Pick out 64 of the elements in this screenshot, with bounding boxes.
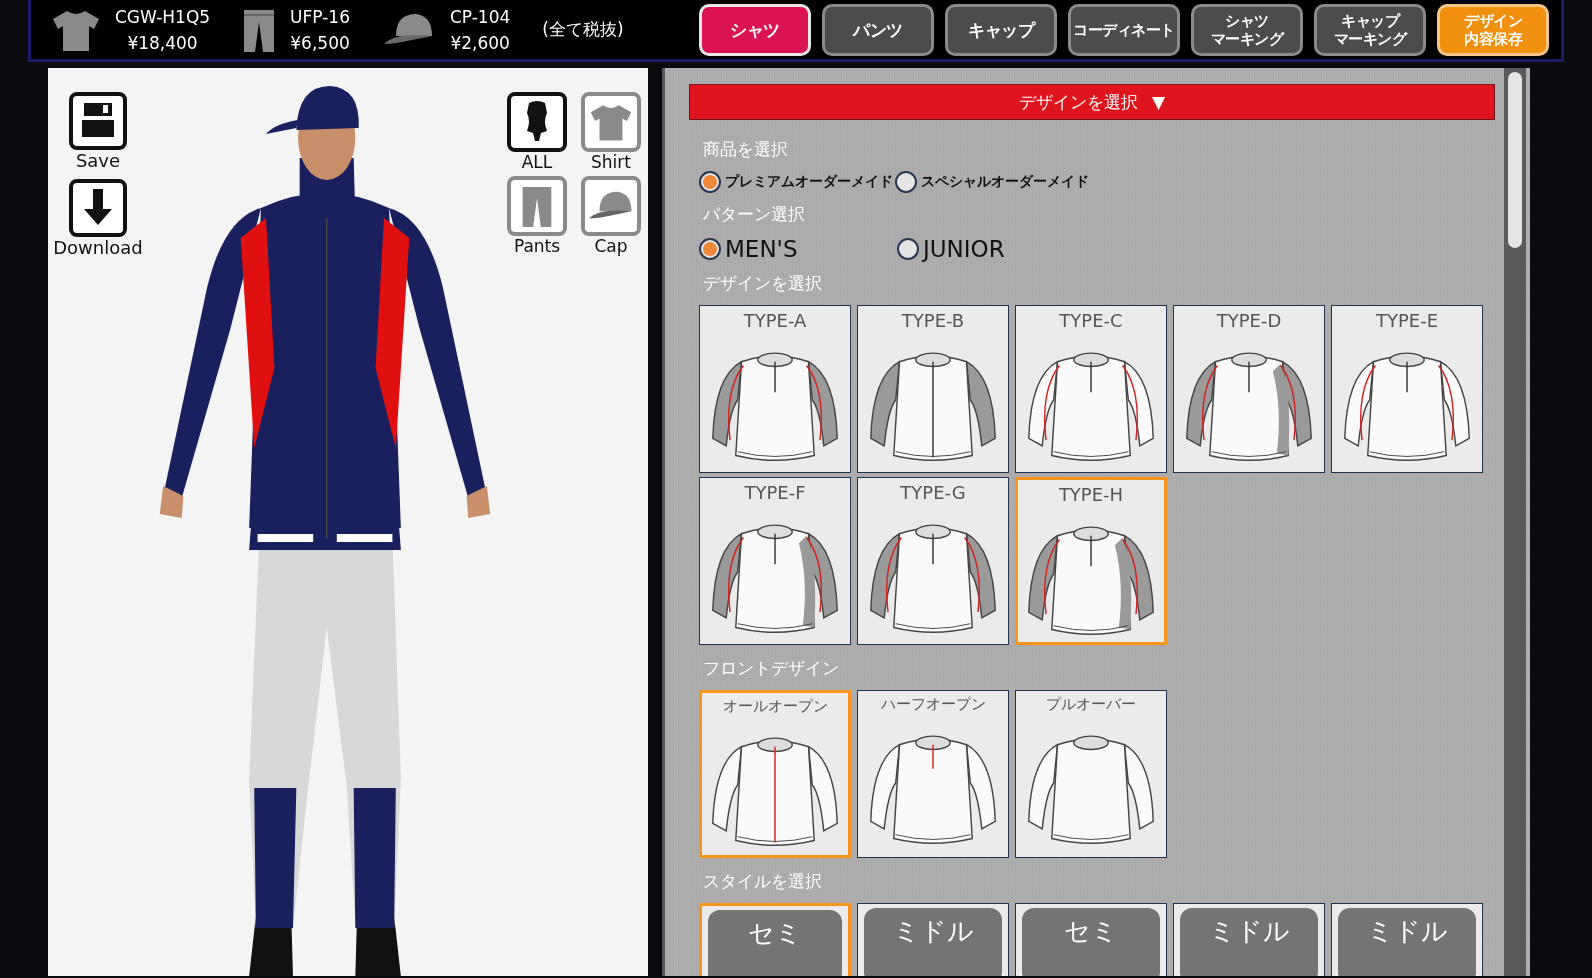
design-option[interactable]: ハーフオープン <box>857 690 1009 858</box>
product-code: UFP-16 <box>290 5 350 29</box>
design-option[interactable]: TYPE-D <box>1173 305 1325 473</box>
style-label: ミドル <box>1338 908 1476 976</box>
style-label: セミ <box>1022 908 1160 976</box>
product-code: CP-104 <box>449 5 511 29</box>
radio-option[interactable]: MEN'S <box>699 236 895 262</box>
radio-option[interactable]: スペシャルオーダーメイド <box>895 171 1089 193</box>
scrollbar[interactable] <box>1504 68 1526 976</box>
style-option[interactable]: セミ <box>699 903 851 976</box>
cap-icon[interactable] <box>581 176 641 236</box>
pants-icon[interactable] <box>507 176 567 236</box>
style-label: ミドル <box>864 908 1002 976</box>
nav-tab[interactable]: キャップ マーキング <box>1314 3 1426 56</box>
nav-tab[interactable]: パンツ <box>822 3 934 56</box>
view-pants-button[interactable]: Pants <box>502 176 572 256</box>
section-title: フロントデザイン <box>703 657 840 680</box>
radio-dot[interactable] <box>895 171 917 193</box>
caret-icon: ▼ <box>1151 92 1166 112</box>
section-title: パターン選択 <box>703 203 806 226</box>
download-button[interactable]: Download <box>53 179 143 258</box>
design-option[interactable]: TYPE-A <box>699 305 851 473</box>
radio-dot[interactable] <box>699 171 721 193</box>
product-price: ¥2,600 <box>450 31 510 55</box>
mannequin-icon[interactable] <box>507 92 567 152</box>
style-label: ミドル <box>1180 908 1318 976</box>
section-title: 商品を選択 <box>703 138 789 161</box>
view-shirt-button[interactable]: Shirt <box>576 92 646 172</box>
section-title: デザインを選択 <box>703 272 823 295</box>
style-option[interactable]: ミドル <box>1173 903 1325 976</box>
style-label: セミ <box>708 910 842 976</box>
section-title: スタイルを選択 <box>703 870 823 893</box>
product-price: ¥18,400 <box>127 31 198 55</box>
radio-dot[interactable] <box>897 238 919 260</box>
nav-tab[interactable]: コーディネート <box>1068 3 1180 56</box>
nav-tab[interactable]: キャップ <box>945 3 1057 56</box>
design-option[interactable]: TYPE-F <box>699 477 851 645</box>
design-option[interactable]: プルオーバー <box>1015 690 1167 858</box>
shirt-icon[interactable] <box>581 92 641 152</box>
design-option[interactable]: TYPE-G <box>857 477 1009 645</box>
download-icon[interactable] <box>69 179 127 237</box>
product-price: ¥6,500 <box>290 31 350 55</box>
style-option[interactable]: ミドル <box>857 903 1009 976</box>
tax-note: (全て税抜) <box>542 18 624 41</box>
product-code: CGW-H1Q5 <box>115 5 211 29</box>
radio-dot[interactable] <box>699 238 721 260</box>
save-button[interactable]: Save <box>69 92 127 171</box>
nav-tab[interactable]: シャツ マーキング <box>1191 3 1303 56</box>
pants-icon <box>242 7 277 52</box>
view-all-button[interactable]: ALL <box>502 92 572 172</box>
nav-tab[interactable]: シャツ <box>699 3 811 56</box>
design-option[interactable]: TYPE-E <box>1331 305 1483 473</box>
radio-option[interactable]: JUNIOR <box>897 236 1093 262</box>
style-option[interactable]: セミ <box>1015 903 1167 976</box>
save-icon[interactable] <box>69 92 127 150</box>
style-option[interactable]: ミドル <box>1331 903 1483 976</box>
design-option[interactable]: TYPE-C <box>1015 305 1167 473</box>
radio-option[interactable]: プレミアムオーダーメイド <box>699 171 893 193</box>
design-option[interactable]: TYPE-H <box>1015 477 1167 645</box>
shirt-icon <box>51 8 101 51</box>
design-select-dropdown[interactable]: デザインを選択 ▼ <box>689 84 1495 120</box>
design-option[interactable]: TYPE-B <box>857 305 1009 473</box>
view-cap-button[interactable]: Cap <box>576 176 646 256</box>
design-option[interactable]: オールオープン <box>699 690 851 858</box>
